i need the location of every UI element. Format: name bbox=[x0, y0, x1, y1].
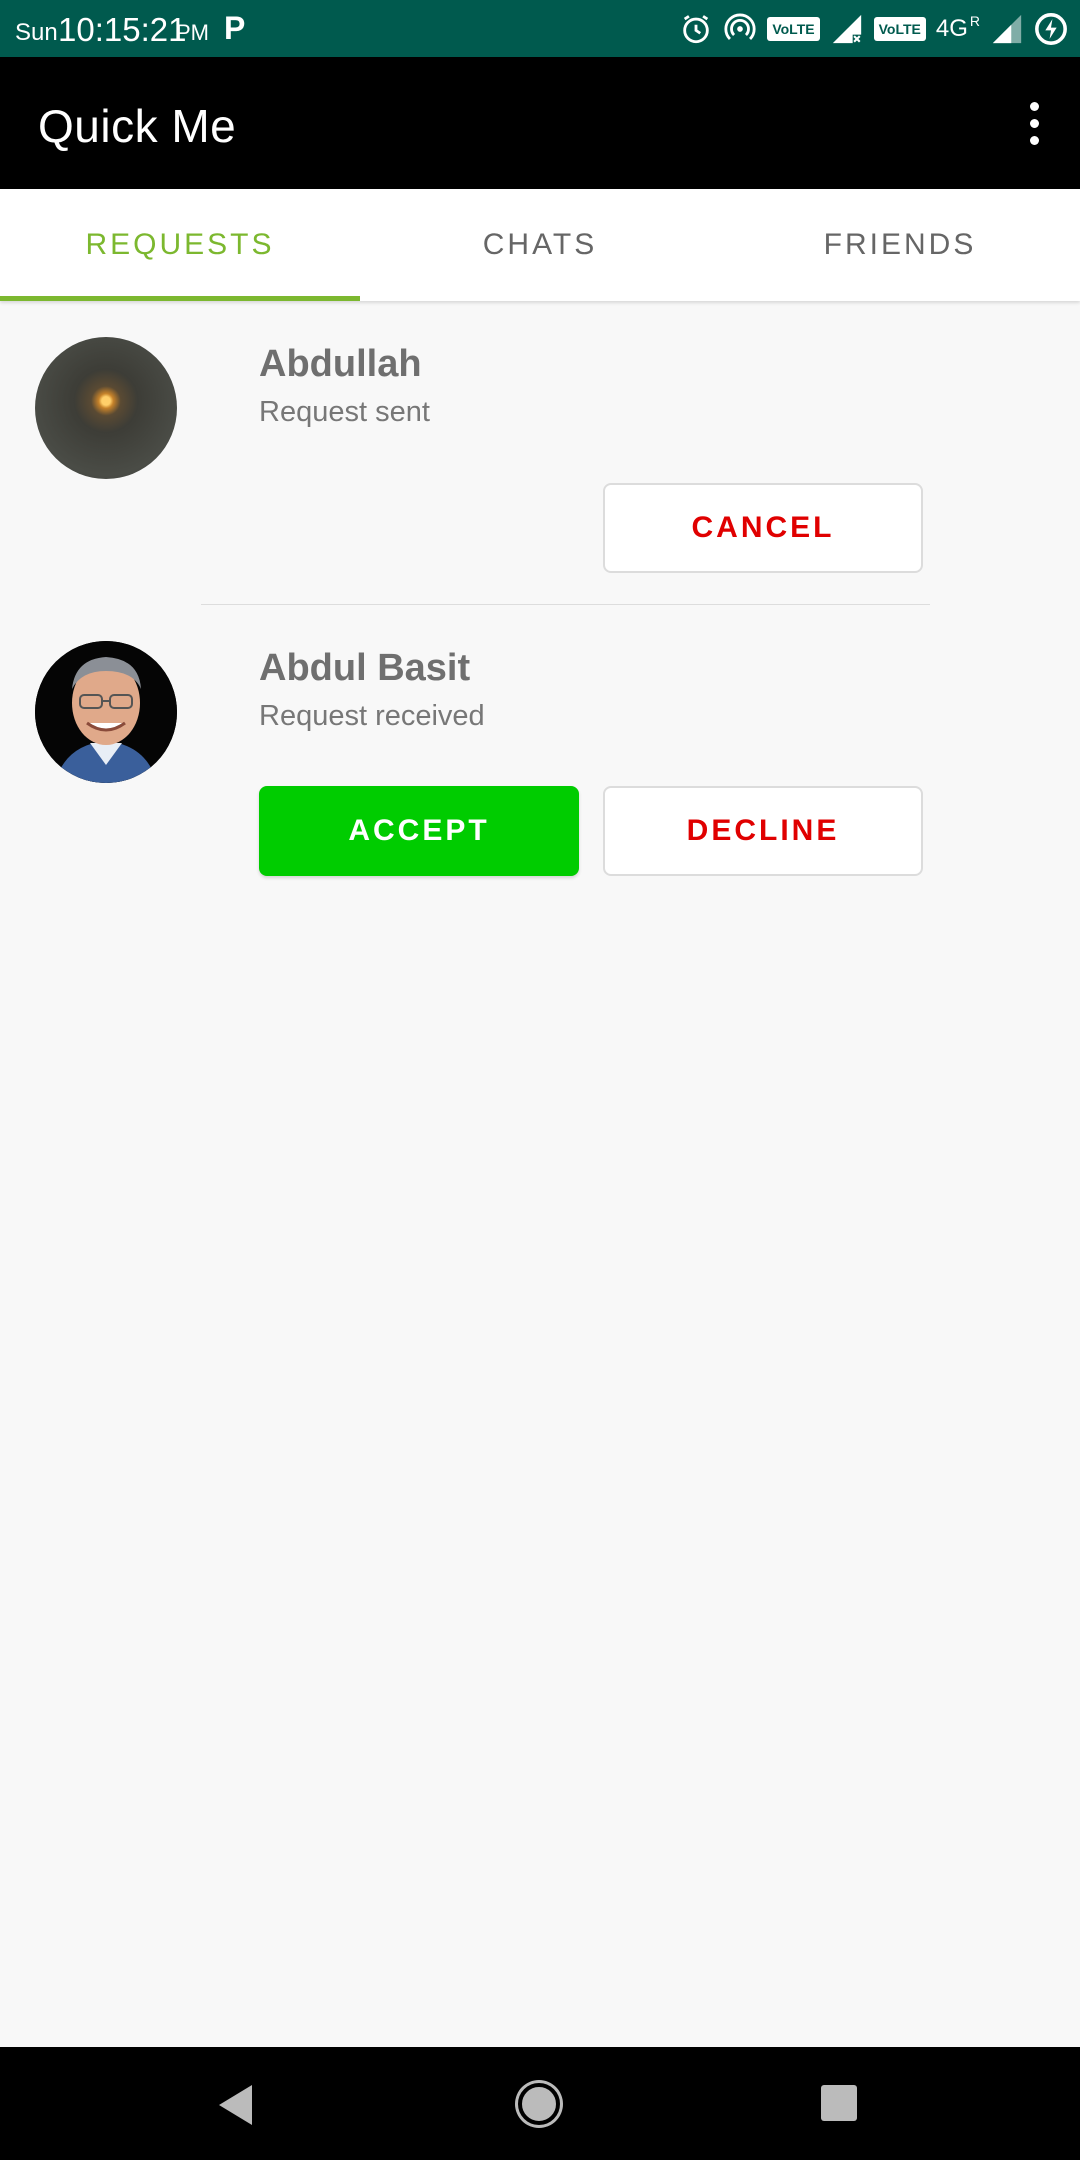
volte-badge-1: VoLTE bbox=[767, 17, 820, 41]
menu-dot bbox=[1029, 118, 1039, 128]
app-bar: Quick Me bbox=[0, 57, 1080, 189]
status-day: Sun bbox=[15, 19, 58, 46]
network-type: 4G bbox=[935, 15, 968, 42]
tab-friends[interactable]: FRIENDS bbox=[720, 189, 1080, 301]
menu-dot bbox=[1029, 101, 1039, 111]
request-name: Abdullah bbox=[259, 343, 422, 385]
accept-button[interactable]: ACCEPT bbox=[259, 786, 579, 876]
menu-dot bbox=[1029, 135, 1039, 145]
cancel-button[interactable]: CANCEL bbox=[603, 483, 923, 573]
signal-icon bbox=[992, 14, 1022, 44]
alarm-icon bbox=[683, 15, 710, 44]
more-vert-icon[interactable] bbox=[1006, 95, 1062, 151]
avatar[interactable] bbox=[35, 641, 177, 783]
volte-badge-2: VoLTE bbox=[873, 17, 926, 41]
roaming-indicator: R bbox=[969, 13, 980, 29]
home-icon[interactable] bbox=[518, 2083, 560, 2125]
request-status: Request received bbox=[259, 700, 485, 732]
request-status: Request sent bbox=[259, 396, 430, 428]
status-time: 10:15:21 bbox=[58, 11, 187, 48]
back-icon[interactable] bbox=[219, 2085, 252, 2125]
tab-bar: REQUESTS CHATS FRIENDS bbox=[0, 189, 1080, 301]
app-title: Quick Me bbox=[38, 100, 237, 152]
screen: Sun 10:15:21 PM P VoLTE VoLTE 4G R Quick… bbox=[0, 0, 1080, 2160]
avatar[interactable] bbox=[35, 337, 177, 479]
navigation-bar bbox=[0, 2047, 1080, 2160]
signal-no-data-icon bbox=[832, 14, 861, 44]
decline-button[interactable]: DECLINE bbox=[603, 786, 923, 876]
hotspot-icon bbox=[724, 13, 756, 41]
tab-requests[interactable]: REQUESTS bbox=[0, 189, 360, 301]
recents-icon[interactable] bbox=[821, 2085, 857, 2121]
status-bar: Sun 10:15:21 PM P VoLTE VoLTE 4G R bbox=[0, 0, 1080, 57]
divider bbox=[201, 604, 930, 605]
tab-chats[interactable]: CHATS bbox=[360, 189, 720, 301]
parking-app-icon: P bbox=[224, 10, 246, 46]
request-name: Abdul Basit bbox=[259, 647, 471, 689]
status-ampm: PM bbox=[176, 20, 209, 45]
status-icons: VoLTE VoLTE 4G R bbox=[679, 11, 1068, 47]
person-portrait bbox=[35, 641, 177, 783]
battery-charging-icon bbox=[1035, 13, 1067, 45]
